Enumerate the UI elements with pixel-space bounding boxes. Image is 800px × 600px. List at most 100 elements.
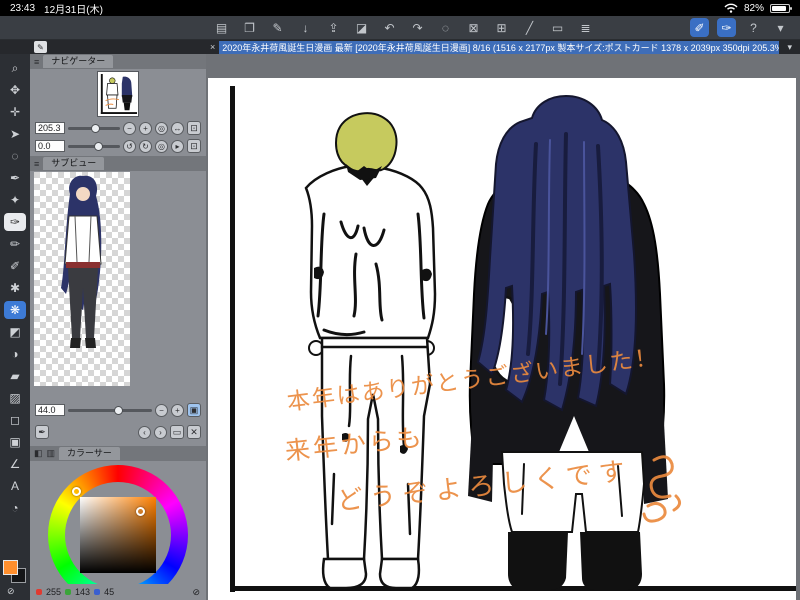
- edit-canvas-icon[interactable]: ✎: [268, 18, 287, 37]
- saturation-value-square[interactable]: [80, 497, 156, 573]
- crop-icon[interactable]: ⊞: [492, 18, 511, 37]
- navigator-menu-icon[interactable]: ≡: [34, 57, 39, 67]
- color-slider-icon[interactable]: ▥: [47, 448, 56, 459]
- selection-pen-tool[interactable]: ✒: [4, 169, 26, 187]
- menu-icon[interactable]: ▤: [212, 18, 231, 37]
- panel-column: ≡ ナビゲーター 205.3 − + ◎ ↔ ⊡ 0.0 ↺ ↻ ◎ ▸ ⊡ ≡…: [30, 54, 206, 600]
- color-wheel-area: [30, 461, 206, 584]
- hand-tool[interactable]: ✥: [4, 81, 26, 99]
- line-icon[interactable]: ╱: [520, 18, 539, 37]
- pen-tool[interactable]: ✑: [4, 213, 26, 231]
- rotate-left-button[interactable]: ↺: [123, 139, 136, 153]
- sv-selector[interactable]: [136, 507, 145, 516]
- rgb-readout: 255 143 45 ⊘: [30, 584, 206, 600]
- text-tool[interactable]: A: [4, 477, 26, 495]
- brush-size-value[interactable]: 44.0: [35, 404, 65, 416]
- brush-size-row: 44.0 − + ▣: [30, 402, 206, 418]
- rotate-fit-button[interactable]: ⊡: [187, 139, 201, 153]
- blue-dot-icon: [94, 589, 101, 595]
- workspace-pen-icon[interactable]: ✎: [34, 41, 47, 53]
- pen-pressure-icon[interactable]: ✐: [690, 18, 709, 37]
- select-area-icon[interactable]: ◌: [436, 18, 455, 37]
- navigator-preview[interactable]: [30, 69, 206, 119]
- subview-folder-icon[interactable]: ▭: [170, 425, 184, 439]
- brush-tool[interactable]: ✐: [4, 257, 26, 275]
- artwork: 本年はありがとうございました！ 来年からも どうぞよろしくです: [208, 78, 796, 600]
- flip-horizontal-button[interactable]: ↔: [171, 121, 184, 135]
- decoration-tool[interactable]: ❋: [4, 301, 26, 319]
- export-icon[interactable]: ⇪: [324, 18, 343, 37]
- subview-menu-icon[interactable]: ≡: [34, 159, 39, 169]
- rotate-reset-button[interactable]: ◎: [155, 139, 168, 153]
- brush-size-slider[interactable]: [68, 405, 152, 415]
- figure-tool[interactable]: ◻: [4, 411, 26, 429]
- subview-image[interactable]: [34, 172, 130, 386]
- rotate-slider[interactable]: [68, 141, 120, 151]
- tool-switch-icon[interactable]: ❐: [240, 18, 259, 37]
- subview-eyedropper-icon[interactable]: ✒: [35, 425, 49, 439]
- transparent-color-button[interactable]: ⊘: [192, 587, 200, 598]
- blend-tool[interactable]: ◑: [4, 345, 26, 363]
- subview-trash-icon[interactable]: ✕: [187, 425, 201, 439]
- help-icon[interactable]: ?: [744, 18, 763, 37]
- stabilizer-icon[interactable]: ✑: [717, 18, 736, 37]
- command-bar: ▤ ❐ ✎ ↓ ⇪ ◪ ↶ ↷ ◌ ⊠ ⊞ ╱ ▭ ≣ ✐ ✑ ? ▾: [0, 16, 800, 40]
- zoom-tool[interactable]: ⌕: [4, 59, 26, 77]
- brush-size-minus-button[interactable]: −: [155, 403, 168, 417]
- deselect-icon[interactable]: ⊠: [464, 18, 483, 37]
- rotate-right-button[interactable]: ↻: [139, 139, 152, 153]
- layers-icon[interactable]: ≣: [576, 18, 595, 37]
- color-panel-header: ◧ ▥ カラーサー: [30, 446, 206, 461]
- main-color-swatch[interactable]: [3, 560, 18, 575]
- hue-selector[interactable]: [72, 487, 81, 496]
- lasso-tool[interactable]: ◌: [4, 147, 26, 165]
- toolbar-collapse-icon[interactable]: ▾: [771, 18, 790, 37]
- subview-prev-button[interactable]: ‹: [138, 425, 151, 439]
- undo-icon[interactable]: ↶: [380, 18, 399, 37]
- date: 12月31日(木): [44, 4, 103, 16]
- subview-title[interactable]: サブビュー: [43, 157, 105, 170]
- brush-size-plus-button[interactable]: +: [171, 403, 184, 417]
- pencil-tool[interactable]: ✏: [4, 235, 26, 253]
- rotate-value[interactable]: 0.0: [35, 140, 65, 152]
- save-icon[interactable]: ↓: [296, 18, 315, 37]
- ruler-tool[interactable]: ∠: [4, 455, 26, 473]
- document-tab-title[interactable]: 2020年永井荷風誕生日漫画 最新 [2020年永井荷風誕生日漫画] 8/16 …: [219, 40, 780, 54]
- move-tool[interactable]: ✛: [4, 103, 26, 121]
- brush-preset-button[interactable]: ▣: [187, 403, 201, 417]
- subview-header: ≡ サブビュー: [30, 156, 206, 171]
- app-window: 23:43 12月31日(木) 82% ▤ ❐ ✎ ↓ ⇪ ◪ ↶ ↷ ◌ ⊠ …: [0, 0, 800, 600]
- zoom-reset-button[interactable]: ◎: [155, 121, 168, 135]
- navigator-title[interactable]: ナビゲーター: [43, 55, 114, 68]
- zoom-value[interactable]: 205.3: [35, 122, 65, 134]
- zoom-slider[interactable]: [68, 123, 120, 133]
- frame-tool[interactable]: ▣: [4, 433, 26, 451]
- shape-icon[interactable]: ▭: [548, 18, 567, 37]
- eraser-tool[interactable]: ◩: [4, 323, 26, 341]
- green-dot-icon: [65, 589, 72, 595]
- tab-close-icon[interactable]: ×: [210, 42, 215, 52]
- fit-screen-button[interactable]: ⊡: [187, 121, 201, 135]
- tool-strip: ⌕ ✥ ✛ ➤ ◌ ✒ ✦ ✑ ✏ ✐ ✱ ❋ ◩ ◑ ▰ ▨ ◻ ▣ ∠ A …: [0, 54, 30, 600]
- gradient-tool[interactable]: ▨: [4, 389, 26, 407]
- red-value: 255: [46, 587, 62, 597]
- navigator-zoom-row: 205.3 − + ◎ ↔ ⊡: [30, 120, 206, 136]
- transparent-color-icon[interactable]: ⊘: [7, 586, 15, 597]
- tab-chevron-down-icon[interactable]: ▾: [787, 42, 792, 53]
- zoom-out-button[interactable]: −: [123, 121, 136, 135]
- operation-tool[interactable]: ➤: [4, 125, 26, 143]
- redo-icon[interactable]: ↷: [408, 18, 427, 37]
- rotate-step-button[interactable]: ▸: [171, 139, 184, 153]
- eraser-icon[interactable]: ◪: [352, 18, 371, 37]
- subview-nav-row: ✒ ‹ › ▭ ✕: [30, 424, 206, 440]
- airbrush-tool[interactable]: ✱: [4, 279, 26, 297]
- canvas-area[interactable]: 本年はありがとうございました！ 来年からも どうぞよろしくです: [206, 54, 800, 600]
- subview-next-button[interactable]: ›: [154, 425, 167, 439]
- zoom-in-button[interactable]: +: [139, 121, 152, 135]
- color-panel-title[interactable]: カラーサー: [59, 447, 120, 460]
- battery-percent: 82%: [743, 2, 764, 14]
- color-wheel-icon[interactable]: ◧: [34, 448, 43, 459]
- fill-tool[interactable]: ▰: [4, 367, 26, 385]
- auto-select-tool[interactable]: ✦: [4, 191, 26, 209]
- eyedropper-tool[interactable]: ◔: [4, 499, 26, 517]
